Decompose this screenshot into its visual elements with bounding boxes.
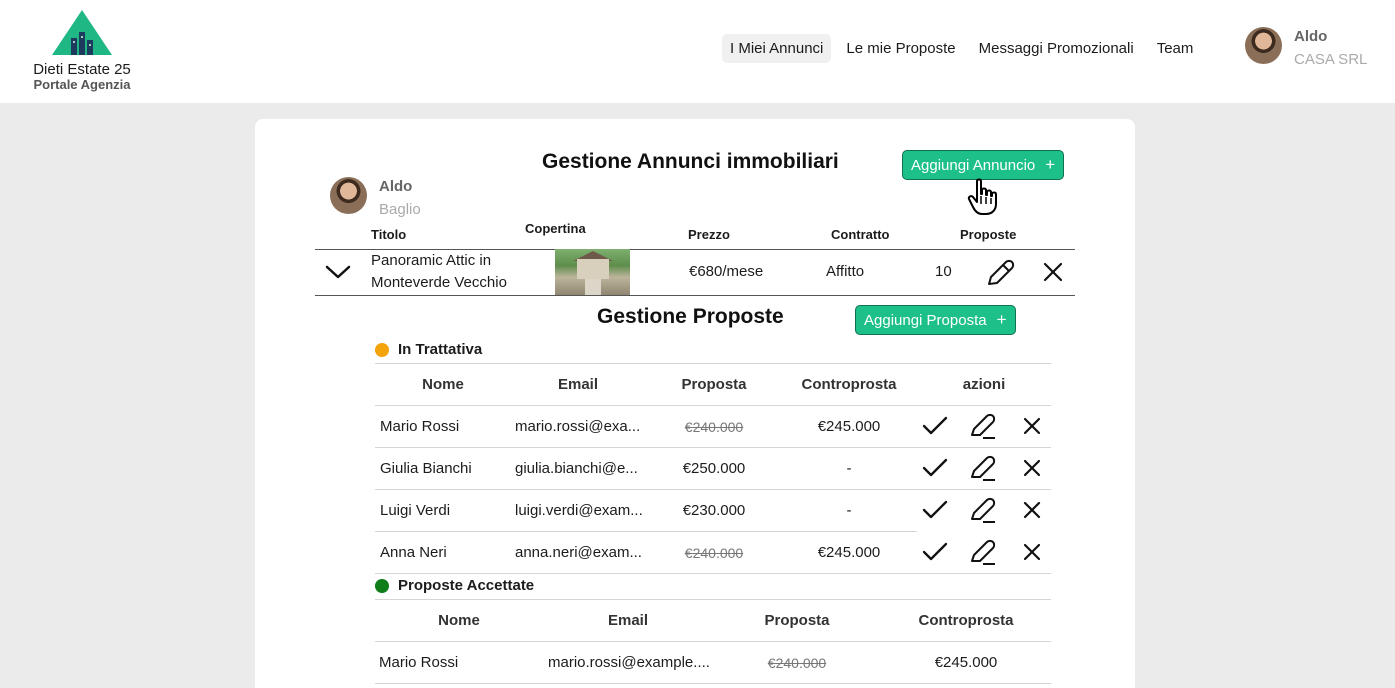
close-icon[interactable]: [1023, 501, 1041, 519]
close-icon[interactable]: [1023, 459, 1041, 477]
avatar: [330, 177, 367, 214]
add-proposal-label: Aggiungi Proposta: [864, 312, 987, 329]
proposal-counter: -: [846, 502, 852, 519]
pencil-icon[interactable]: [984, 257, 1016, 289]
user-company: CASA SRL: [1294, 51, 1368, 68]
proposals-title: Gestione Proposte: [597, 305, 784, 328]
status-dot-icon: [375, 342, 389, 357]
col-header-azioni: azioni: [962, 376, 1006, 393]
proposal-name: Luigi Verdi: [380, 502, 451, 519]
col-header-nome: Nome: [438, 612, 480, 629]
proposal-name: Mario Rossi: [380, 418, 460, 435]
brand-logo[interactable]: Dieti Estate 25 Portale Agenzia: [27, 10, 137, 91]
proposal-email: mario.rossi@exa...: [515, 418, 641, 435]
nav-item-miei-annunci[interactable]: I Miei Annunci: [722, 34, 832, 63]
divider: [375, 641, 1051, 642]
col-header-titolo: Titolo: [371, 227, 407, 242]
close-icon[interactable]: [1023, 417, 1041, 435]
accepted-name: Mario Rossi: [379, 654, 459, 671]
user-menu[interactable]: Aldo CASA SRL: [1245, 27, 1367, 69]
pencil-icon[interactable]: [968, 453, 998, 483]
plus-icon: +: [996, 310, 1007, 329]
close-icon[interactable]: [1043, 262, 1063, 282]
proposal-offer: €250.000: [682, 460, 746, 477]
accepted-counter: €245.000: [934, 654, 998, 671]
add-listing-label: Aggiungi Annuncio: [911, 157, 1036, 174]
owner-last-name: Baglio: [379, 201, 421, 218]
proposal-name: Anna Neri: [380, 544, 447, 561]
listing-cover-image[interactable]: [555, 249, 630, 296]
top-header: Dieti Estate 25 Portale Agenzia I Miei A…: [0, 0, 1395, 103]
listing-title[interactable]: Panoramic Attic in Monteverde Vecchio: [371, 250, 507, 294]
check-icon[interactable]: [922, 540, 948, 564]
col-header-copertina: Copertina: [525, 221, 586, 236]
user-name: Aldo: [1294, 28, 1328, 45]
col-header-proposta: Proposta: [681, 376, 747, 393]
col-header-proposte: Proposte: [960, 227, 1017, 242]
status-proposte-accettate: Proposte Accettate: [375, 577, 534, 594]
col-header-controprosta: Controprosta: [801, 376, 897, 393]
col-header-email: Email: [557, 376, 599, 393]
add-proposal-button[interactable]: Aggiungi Proposta +: [855, 305, 1016, 335]
status-in-trattativa: In Trattativa: [375, 341, 482, 358]
nav-item-mie-proposte[interactable]: Le mie Proposte: [838, 34, 963, 63]
proposal-email: luigi.verdi@exam...: [515, 502, 643, 519]
col-header-email: Email: [607, 612, 649, 629]
listing-title-line-1: Panoramic Attic in: [371, 252, 492, 269]
pencil-icon[interactable]: [968, 411, 998, 441]
pencil-icon[interactable]: [968, 495, 998, 525]
divider: [375, 363, 1051, 364]
table-divider: [315, 295, 1075, 296]
accepted-offer: €240.000: [767, 655, 827, 671]
pencil-icon[interactable]: [968, 537, 998, 567]
col-header-proposta: Proposta: [764, 612, 830, 629]
proposal-offer: €240.000: [684, 419, 744, 435]
add-listing-button[interactable]: Aggiungi Annuncio +: [902, 150, 1065, 180]
status-label: Proposte Accettate: [398, 577, 535, 594]
divider: [375, 489, 1051, 490]
plus-icon: +: [1045, 155, 1056, 174]
check-icon[interactable]: [922, 414, 948, 438]
proposal-offer: €240.000: [684, 545, 744, 561]
col-header-contratto: Contratto: [831, 227, 890, 242]
listing-proposals-count: 10: [935, 263, 952, 280]
col-header-controprosta: Controprosta: [918, 612, 1014, 629]
col-header-prezzo: Prezzo: [688, 227, 730, 242]
brand-subtitle: Portale Agenzia: [33, 77, 131, 92]
proposal-name: Giulia Bianchi: [380, 460, 472, 477]
proposal-offer: €230.000: [682, 502, 746, 519]
divider: [375, 531, 917, 532]
owner-first-name: Aldo: [379, 178, 413, 195]
main-nav: I Miei Annunci Le mie Proposte Messaggi …: [722, 34, 1201, 63]
listing-owner: Aldo Baglio: [330, 177, 421, 219]
proposal-email: giulia.bianchi@e...: [515, 460, 638, 477]
divider: [375, 447, 1051, 448]
col-header-nome: Nome: [422, 376, 464, 393]
status-label: In Trattativa: [398, 341, 483, 358]
proposal-counter: -: [846, 460, 852, 477]
logo-house-icon: [52, 10, 112, 55]
status-dot-icon: [375, 578, 389, 593]
divider: [375, 573, 1051, 574]
divider: [375, 683, 1051, 684]
proposal-email: anna.neri@exam...: [515, 544, 642, 561]
divider: [375, 405, 1051, 406]
proposal-counter: €245.000: [817, 418, 881, 435]
hand-pointer-icon: [967, 178, 997, 215]
close-icon[interactable]: [1023, 543, 1041, 561]
chevron-down-icon[interactable]: [325, 264, 351, 280]
proposal-counter: €245.000: [817, 544, 881, 561]
check-icon[interactable]: [922, 456, 948, 480]
avatar: [1245, 27, 1282, 64]
accepted-email: mario.rossi@example....: [548, 654, 710, 671]
listing-title-line-2: Monteverde Vecchio: [371, 274, 507, 291]
brand-name: Dieti Estate 25: [33, 61, 131, 78]
nav-item-messaggi-promozionali[interactable]: Messaggi Promozionali: [971, 34, 1142, 63]
nav-item-team[interactable]: Team: [1149, 34, 1202, 63]
page-title: Gestione Annunci immobiliari: [542, 150, 839, 173]
listing-contract: Affitto: [826, 263, 865, 280]
listing-price: €680/mese: [689, 263, 764, 280]
divider: [375, 599, 1051, 600]
check-icon[interactable]: [922, 498, 948, 522]
